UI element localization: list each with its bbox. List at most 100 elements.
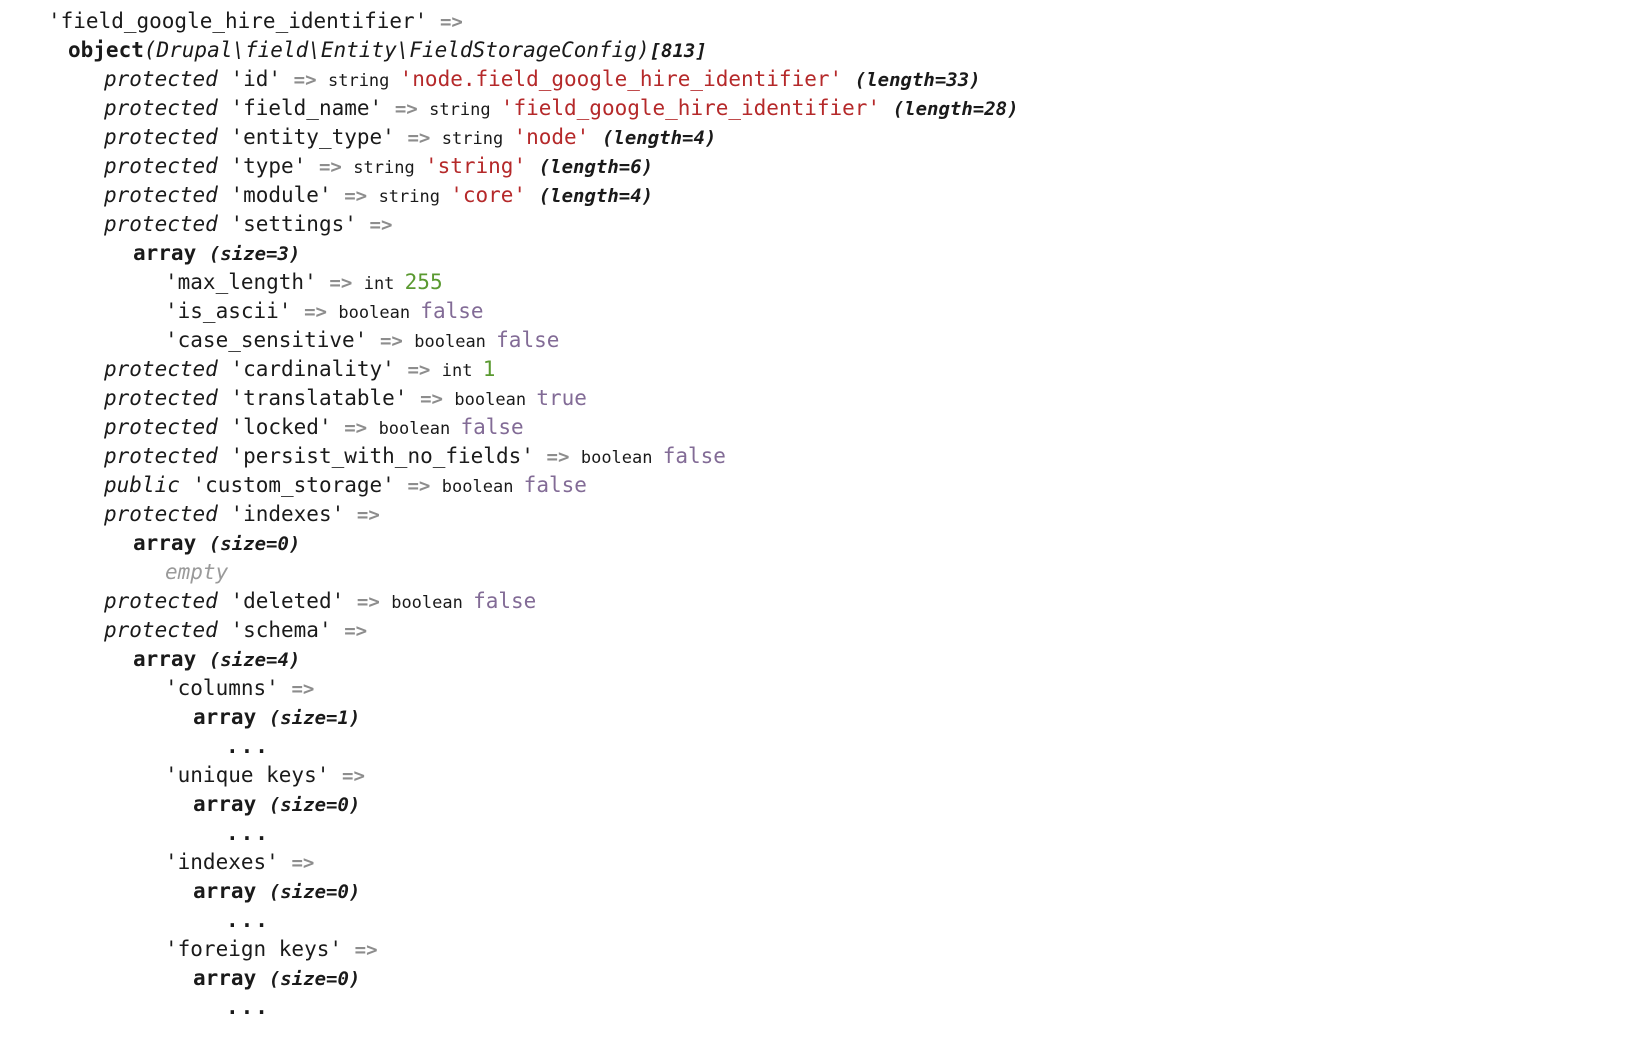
property-module-token-type: string: [378, 187, 451, 207]
property-entity-type-token-arrow: =>: [407, 127, 442, 149]
property-locked-token-type: boolean: [378, 419, 461, 439]
schema-unique-keys-array-header-token-meta: (size=0): [268, 794, 361, 816]
property-persist-with-no-fields-token-arrow: =>: [546, 446, 581, 468]
settings-is-ascii-token-key: 'is_ascii': [165, 299, 305, 323]
property-locked-token-key: 'locked': [230, 415, 345, 439]
property-deleted-token-key: 'deleted': [230, 589, 357, 613]
schema-foreign-keys-array-header-token-meta: (size=0): [268, 968, 361, 990]
property-type-token-type: string: [353, 158, 425, 178]
property-translatable: protected 'translatable' => boolean true: [0, 384, 1628, 413]
property-field-name: protected 'field_name' => string 'field_…: [0, 94, 1628, 123]
schema-foreign-keys-array-header-token-kw: array: [193, 966, 269, 990]
schema-indexes-array-header-token-meta: (size=0): [268, 881, 361, 903]
property-deleted-token-arrow: =>: [356, 591, 392, 613]
settings-case-sensitive-token-bool: false: [496, 328, 560, 352]
property-indexes-token-vis: protected: [104, 502, 231, 526]
property-field-name-token-meta: (length=28): [892, 98, 1019, 120]
property-type-token-meta: (length=6): [538, 156, 654, 178]
schema-array-header: array (size=4): [0, 645, 1628, 674]
property-locked-token-bool: false: [460, 415, 524, 439]
property-translatable-token-vis: protected: [104, 386, 231, 410]
property-custom-storage: public 'custom_storage' => boolean false: [0, 471, 1628, 500]
property-indexes-token-arrow: =>: [356, 504, 380, 526]
schema-foreign-keys: 'foreign keys' =>: [0, 935, 1628, 964]
property-deleted-token-type: boolean: [391, 593, 474, 613]
schema-columns-array-header-token-meta: (size=1): [268, 707, 361, 729]
property-translatable-token-key: 'translatable': [230, 386, 421, 410]
property-custom-storage-token-key: 'custom_storage': [192, 473, 408, 497]
property-deleted-token-bool: false: [473, 589, 537, 613]
indexes-empty: empty: [0, 558, 1628, 587]
property-schema: protected 'schema' =>: [0, 616, 1628, 645]
property-id-token-meta: (length=33): [854, 69, 981, 91]
property-entity-type-token-type: string: [441, 129, 514, 149]
property-type: protected 'type' => string 'string' (len…: [0, 152, 1628, 181]
property-indexes: protected 'indexes' =>: [0, 500, 1628, 529]
property-module-token-arrow: =>: [344, 185, 379, 207]
schema-indexes-token-arrow: =>: [291, 852, 315, 874]
property-custom-storage-token-type: boolean: [441, 477, 524, 497]
schema-indexes-ellipsis-token-dots: ...: [226, 908, 270, 932]
indexes-array-header-token-meta: (size=0): [208, 533, 301, 555]
schema-unique-keys: 'unique keys' =>: [0, 761, 1628, 790]
property-persist-with-no-fields: protected 'persist_with_no_fields' => bo…: [0, 442, 1628, 471]
property-indexes-token-key: 'indexes': [230, 502, 357, 526]
property-entity-type-token-meta: (length=4): [601, 127, 717, 149]
property-module-token-meta: (length=4): [538, 185, 654, 207]
indexes-array-header-token-kw: array: [133, 531, 209, 555]
settings-max-length: 'max_length' => int 255: [0, 268, 1628, 297]
property-entity-type-token-vis: protected: [104, 125, 231, 149]
property-field-name-token-type: string: [429, 100, 501, 120]
schema-columns-array-header: array (size=1): [0, 703, 1628, 732]
property-type-token-vis: protected: [104, 154, 231, 178]
schema-indexes: 'indexes' =>: [0, 848, 1628, 877]
schema-columns-ellipsis: ...: [0, 732, 1628, 761]
schema-unique-keys-array-header-token-kw: array: [193, 792, 269, 816]
schema-array-header-token-kw: array: [133, 647, 209, 671]
schema-unique-keys-ellipsis: ...: [0, 819, 1628, 848]
property-persist-with-no-fields-token-type: boolean: [580, 448, 663, 468]
settings-array-header: array (size=3): [0, 239, 1628, 268]
property-entity-type-token-str: 'node': [513, 125, 602, 149]
property-cardinality-token-num: 1: [482, 357, 496, 381]
property-field-name-token-str: 'field_google_hire_identifier': [500, 96, 893, 120]
schema-columns: 'columns' =>: [0, 674, 1628, 703]
root-key-token-key: 'field_google_hire_identifier': [48, 9, 440, 33]
schema-unique-keys-ellipsis-token-dots: ...: [226, 821, 270, 845]
property-persist-with-no-fields-token-key: 'persist_with_no_fields': [230, 444, 547, 468]
object-header-token-kw: object: [68, 38, 144, 62]
property-schema-token-key: 'schema': [230, 618, 345, 642]
schema-indexes-array-header-token-kw: array: [193, 879, 269, 903]
property-translatable-token-arrow: =>: [420, 388, 455, 410]
schema-foreign-keys-array-header: array (size=0): [0, 964, 1628, 993]
property-settings: protected 'settings' =>: [0, 210, 1628, 239]
property-locked-token-arrow: =>: [344, 417, 379, 439]
property-field-name-token-vis: protected: [104, 96, 231, 120]
settings-max-length-token-key: 'max_length': [165, 270, 330, 294]
property-module-token-str: 'core': [450, 183, 539, 207]
schema-columns-ellipsis-token-dots: ...: [226, 734, 270, 758]
settings-is-ascii-token-arrow: =>: [304, 301, 339, 323]
settings-is-ascii-token-bool: false: [420, 299, 484, 323]
settings-max-length-token-arrow: =>: [329, 272, 364, 294]
indexes-empty-token-empty: empty: [165, 560, 229, 584]
property-translatable-token-type: boolean: [454, 390, 537, 410]
object-header-token-meta: [813]: [649, 40, 707, 62]
property-settings-token-key: 'settings': [230, 212, 370, 236]
property-cardinality-token-type: int: [441, 361, 483, 381]
settings-case-sensitive-token-arrow: =>: [379, 330, 415, 352]
property-type-token-str: 'string': [424, 154, 539, 178]
property-locked: protected 'locked' => boolean false: [0, 413, 1628, 442]
property-entity-type-token-key: 'entity_type': [230, 125, 408, 149]
schema-unique-keys-token-arrow: =>: [342, 765, 365, 787]
root-key: 'field_google_hire_identifier' =>: [0, 7, 1628, 36]
schema-indexes-array-header: array (size=0): [0, 877, 1628, 906]
property-type-token-key: 'type': [230, 154, 319, 178]
property-custom-storage-token-vis: public: [104, 473, 193, 497]
property-persist-with-no-fields-token-bool: false: [662, 444, 726, 468]
object-header-token-cls: (Drupal\field\Entity\FieldStorageConfig): [143, 38, 650, 62]
property-cardinality-token-key: 'cardinality': [230, 357, 408, 381]
property-module-token-key: 'module': [230, 183, 345, 207]
property-deleted: protected 'deleted' => boolean false: [0, 587, 1628, 616]
property-id-token-key: 'id': [230, 67, 294, 91]
